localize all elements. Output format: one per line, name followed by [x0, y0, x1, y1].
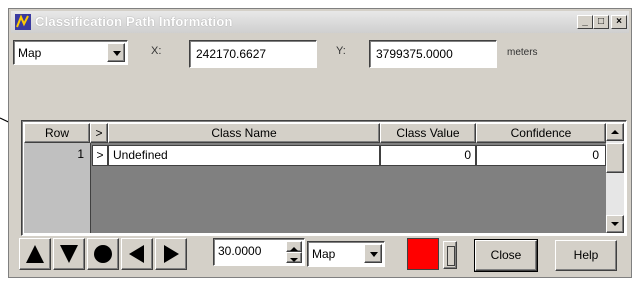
- previous-button[interactable]: [121, 238, 153, 270]
- scroll-thumb[interactable]: [606, 143, 624, 173]
- triangle-down-icon: [60, 245, 78, 263]
- triangle-right-icon: [164, 245, 179, 263]
- view-select[interactable]: Map: [307, 241, 385, 267]
- table-row-class-value[interactable]: 0: [380, 145, 476, 166]
- header-confidence[interactable]: Confidence: [476, 123, 606, 143]
- next-button[interactable]: [155, 238, 187, 270]
- chevron-down-icon[interactable]: [364, 244, 382, 263]
- circle-icon: [94, 245, 112, 263]
- close-button[interactable]: Close: [474, 239, 538, 272]
- table-scrollbar[interactable]: [606, 123, 624, 233]
- color-swatch-button[interactable]: [407, 238, 439, 270]
- source-select-value: Map: [18, 46, 42, 60]
- x-coordinate-value: 242170.6627: [196, 47, 267, 61]
- window-title: Classification Path Information: [35, 14, 233, 29]
- triangle-left-icon: [129, 245, 144, 263]
- x-label: X:: [151, 45, 162, 57]
- classification-path-window: Classification Path Information _ □ × Ma…: [8, 8, 632, 278]
- help-button[interactable]: Help: [555, 240, 617, 271]
- spin-down-button[interactable]: [286, 252, 302, 263]
- arrow-down-icon: [611, 222, 619, 226]
- color-options-button[interactable]: [443, 241, 457, 269]
- app-icon: [15, 14, 31, 30]
- view-select-value: Map: [312, 247, 336, 261]
- table-row-class-name[interactable]: Undefined: [108, 145, 380, 166]
- table-row-confidence[interactable]: 0: [476, 145, 606, 166]
- class-table: Row > Class Name Class Value Confidence …: [21, 120, 627, 236]
- move-up-button[interactable]: [19, 238, 51, 270]
- triangle-up-icon: [26, 245, 44, 263]
- y-coordinate-value: 3799375.0000: [376, 47, 453, 61]
- table-row-expand[interactable]: >: [92, 145, 108, 166]
- arrow-down-icon: [290, 258, 298, 262]
- title-bar: Classification Path Information _ □ ×: [11, 11, 629, 33]
- arrow-up-icon: [611, 130, 619, 134]
- close-window-button[interactable]: ×: [611, 15, 627, 29]
- units-label: meters: [507, 47, 538, 58]
- scroll-up-button[interactable]: [606, 123, 624, 141]
- scroll-down-button[interactable]: [606, 215, 624, 233]
- spin-up-button[interactable]: [286, 241, 302, 252]
- maximize-button[interactable]: □: [593, 15, 609, 29]
- level-spinner-value: 30.0000: [218, 244, 262, 258]
- y-label: Y:: [336, 45, 346, 57]
- page-icon: [447, 246, 455, 266]
- header-row[interactable]: Row: [24, 123, 90, 143]
- y-coordinate-field[interactable]: 3799375.0000: [369, 40, 497, 68]
- move-down-button[interactable]: [53, 238, 85, 270]
- header-expand[interactable]: >: [90, 123, 108, 143]
- record-point-button[interactable]: [87, 238, 119, 270]
- chevron-down-icon[interactable]: [107, 43, 125, 62]
- header-class-name[interactable]: Class Name: [108, 123, 380, 143]
- table-row-number[interactable]: 1: [24, 145, 90, 166]
- header-class-value[interactable]: Class Value: [380, 123, 476, 143]
- x-coordinate-field[interactable]: 242170.6627: [189, 40, 317, 68]
- source-select[interactable]: Map: [13, 40, 128, 65]
- level-spinner[interactable]: 30.0000: [213, 238, 305, 266]
- minimize-button[interactable]: _: [577, 15, 593, 29]
- table-body: Row > Class Name Class Value Confidence …: [24, 123, 606, 233]
